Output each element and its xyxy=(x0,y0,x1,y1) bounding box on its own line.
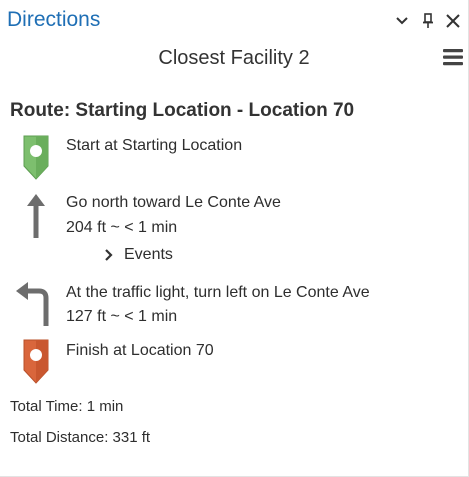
finish-marker-icon xyxy=(22,338,50,389)
pane-title: Directions xyxy=(7,8,101,31)
total-time: Total Time: 1 min xyxy=(10,398,124,415)
chevron-down-icon[interactable] xyxy=(392,10,412,32)
step-instruction[interactable]: Finish at Location 70 xyxy=(66,341,214,361)
events-label: Events xyxy=(124,246,173,263)
step-distance-time: 127 ft ~ < 1 min xyxy=(66,308,178,325)
step-instruction[interactable]: Go north toward Le Conte Ave xyxy=(66,193,281,213)
chevron-right-icon xyxy=(105,249,113,261)
hamburger-menu-icon[interactable] xyxy=(442,46,468,68)
directions-pane: Directions Closest Facility 2 Route: Sta… xyxy=(0,0,469,477)
pin-icon[interactable] xyxy=(418,10,438,32)
events-expander[interactable]: Events xyxy=(104,246,173,264)
turn-left-arrow-icon xyxy=(15,282,51,331)
total-distance: Total Distance: 331 ft xyxy=(10,429,151,446)
arrow-up-icon xyxy=(27,194,45,243)
step-instruction[interactable]: At the traffic light, turn left on Le Co… xyxy=(66,283,370,303)
layer-name: Closest Facility 2 xyxy=(158,47,310,69)
step-instruction[interactable]: Start at Starting Location xyxy=(66,136,242,156)
start-marker-icon xyxy=(22,134,50,185)
step-distance-time: 204 ft ~ < 1 min xyxy=(66,219,178,236)
close-icon[interactable] xyxy=(443,10,463,32)
route-title: Route: Starting Location - Location 70 xyxy=(10,100,355,121)
pane-titlebar: Directions xyxy=(0,0,468,42)
